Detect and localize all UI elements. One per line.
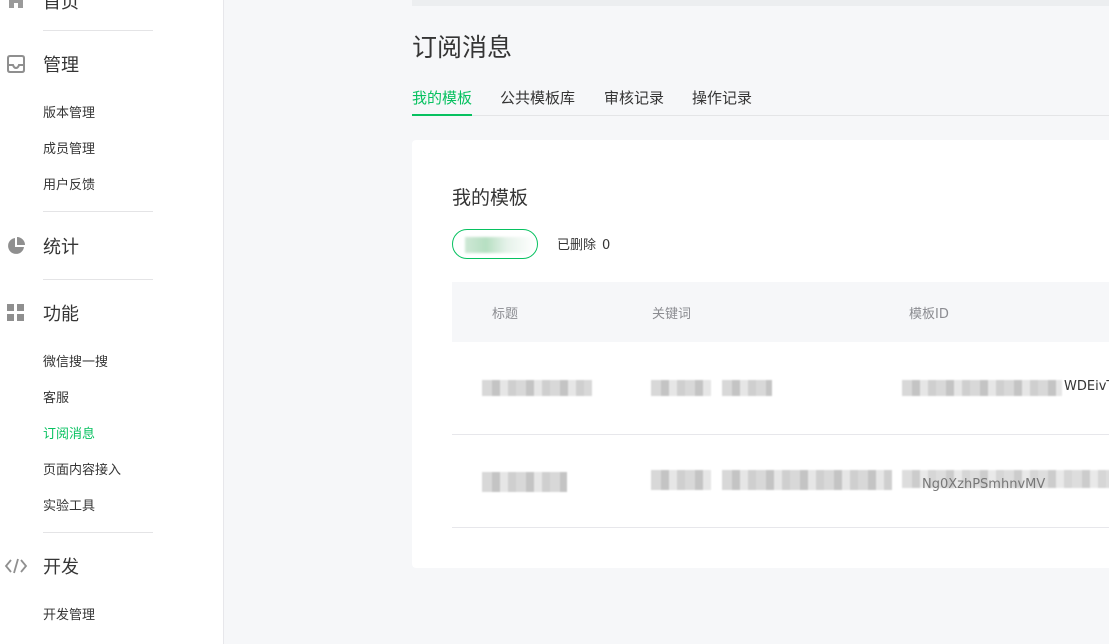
page-title: 订阅消息 <box>412 33 513 62</box>
divider <box>43 279 153 280</box>
deleted-label: 已删除 <box>557 238 597 253</box>
sidebar-section-label: 管理 <box>43 55 79 76</box>
column-header-keywords: 关键词 <box>652 307 692 322</box>
template-id-text: WDEivT <box>1064 379 1109 394</box>
pie-chart-icon <box>6 236 26 256</box>
sidebar-section-features[interactable]: 功能 <box>0 298 224 328</box>
sidebar-item-customer-service[interactable]: 客服 <box>43 389 69 409</box>
sidebar-item-version[interactable]: 版本管理 <box>43 104 95 124</box>
sidebar-section-label: 功能 <box>43 304 79 325</box>
column-header-template-id: 模板ID <box>909 307 949 322</box>
sidebar-section-manage[interactable]: 管理 <box>0 49 224 79</box>
inbox-icon <box>6 54 26 74</box>
deleted-count: 已删除 0 <box>557 234 610 253</box>
sidebar-item-experiment[interactable]: 实验工具 <box>43 497 95 517</box>
sidebar-item-members[interactable]: 成员管理 <box>43 140 95 160</box>
filter-toggle-button[interactable] <box>452 229 538 259</box>
template-id-text: Ng0XzhPSmhnvMV <box>922 477 1046 492</box>
sidebar-item-search[interactable]: 微信搜一搜 <box>43 353 108 373</box>
table-row[interactable]: Ng0XzhPSmhnvMV <box>452 435 1109 528</box>
sidebar-section-label: 首页 <box>43 0 79 13</box>
table-header: 标题 关键词 模板ID <box>452 282 1109 342</box>
column-header-title: 标题 <box>492 307 519 322</box>
sidebar-section-dev[interactable]: 开发 <box>0 551 224 581</box>
redacted-title <box>482 472 567 492</box>
table-row[interactable]: WDEivT <box>452 342 1109 435</box>
tab-my-templates[interactable]: 我的模板 <box>412 86 473 116</box>
sidebar-item-subscription[interactable]: 订阅消息 <box>43 425 95 445</box>
sidebar-item-feedback[interactable]: 用户反馈 <box>43 176 95 196</box>
top-bar <box>412 0 1109 6</box>
sidebar-section-label: 统计 <box>43 237 79 258</box>
sidebar-item-page-content[interactable]: 页面内容接入 <box>43 461 121 481</box>
redacted-keyword <box>722 470 892 490</box>
tab-operation-records[interactable]: 操作记录 <box>692 86 752 116</box>
deleted-number: 0 <box>602 238 611 253</box>
sidebar-section-label: 开发 <box>43 557 79 578</box>
divider <box>43 532 153 533</box>
sidebar-section-stats[interactable]: 统计 <box>0 231 224 261</box>
grid-icon <box>6 303 26 323</box>
card-title: 我的模板 <box>452 187 529 209</box>
redacted-text <box>465 237 535 253</box>
tab-bar: 我的模板 公共模板库 审核记录 操作记录 <box>412 86 1109 116</box>
templates-card: 我的模板 已删除 0 标题 关键词 模板ID WDEivT Ng0XzhPSmhn… <box>412 140 1109 568</box>
redacted-keyword <box>722 380 772 396</box>
divider <box>43 211 153 212</box>
redacted-title <box>482 380 592 396</box>
sidebar-section-home[interactable]: 首页 <box>0 0 224 16</box>
redacted-keyword <box>651 470 711 490</box>
divider <box>43 30 153 31</box>
redacted-template-id <box>902 380 1062 396</box>
home-icon <box>6 0 26 11</box>
tab-review-records[interactable]: 审核记录 <box>604 86 664 116</box>
sidebar: 首页 管理 版本管理 成员管理 用户反馈 统计 功能 微信搜一搜 客服 订阅消息… <box>0 0 224 644</box>
redacted-keyword <box>651 380 711 396</box>
code-icon <box>4 556 28 576</box>
sidebar-item-dev-manage[interactable]: 开发管理 <box>43 606 95 626</box>
tab-public-library[interactable]: 公共模板库 <box>500 86 575 116</box>
